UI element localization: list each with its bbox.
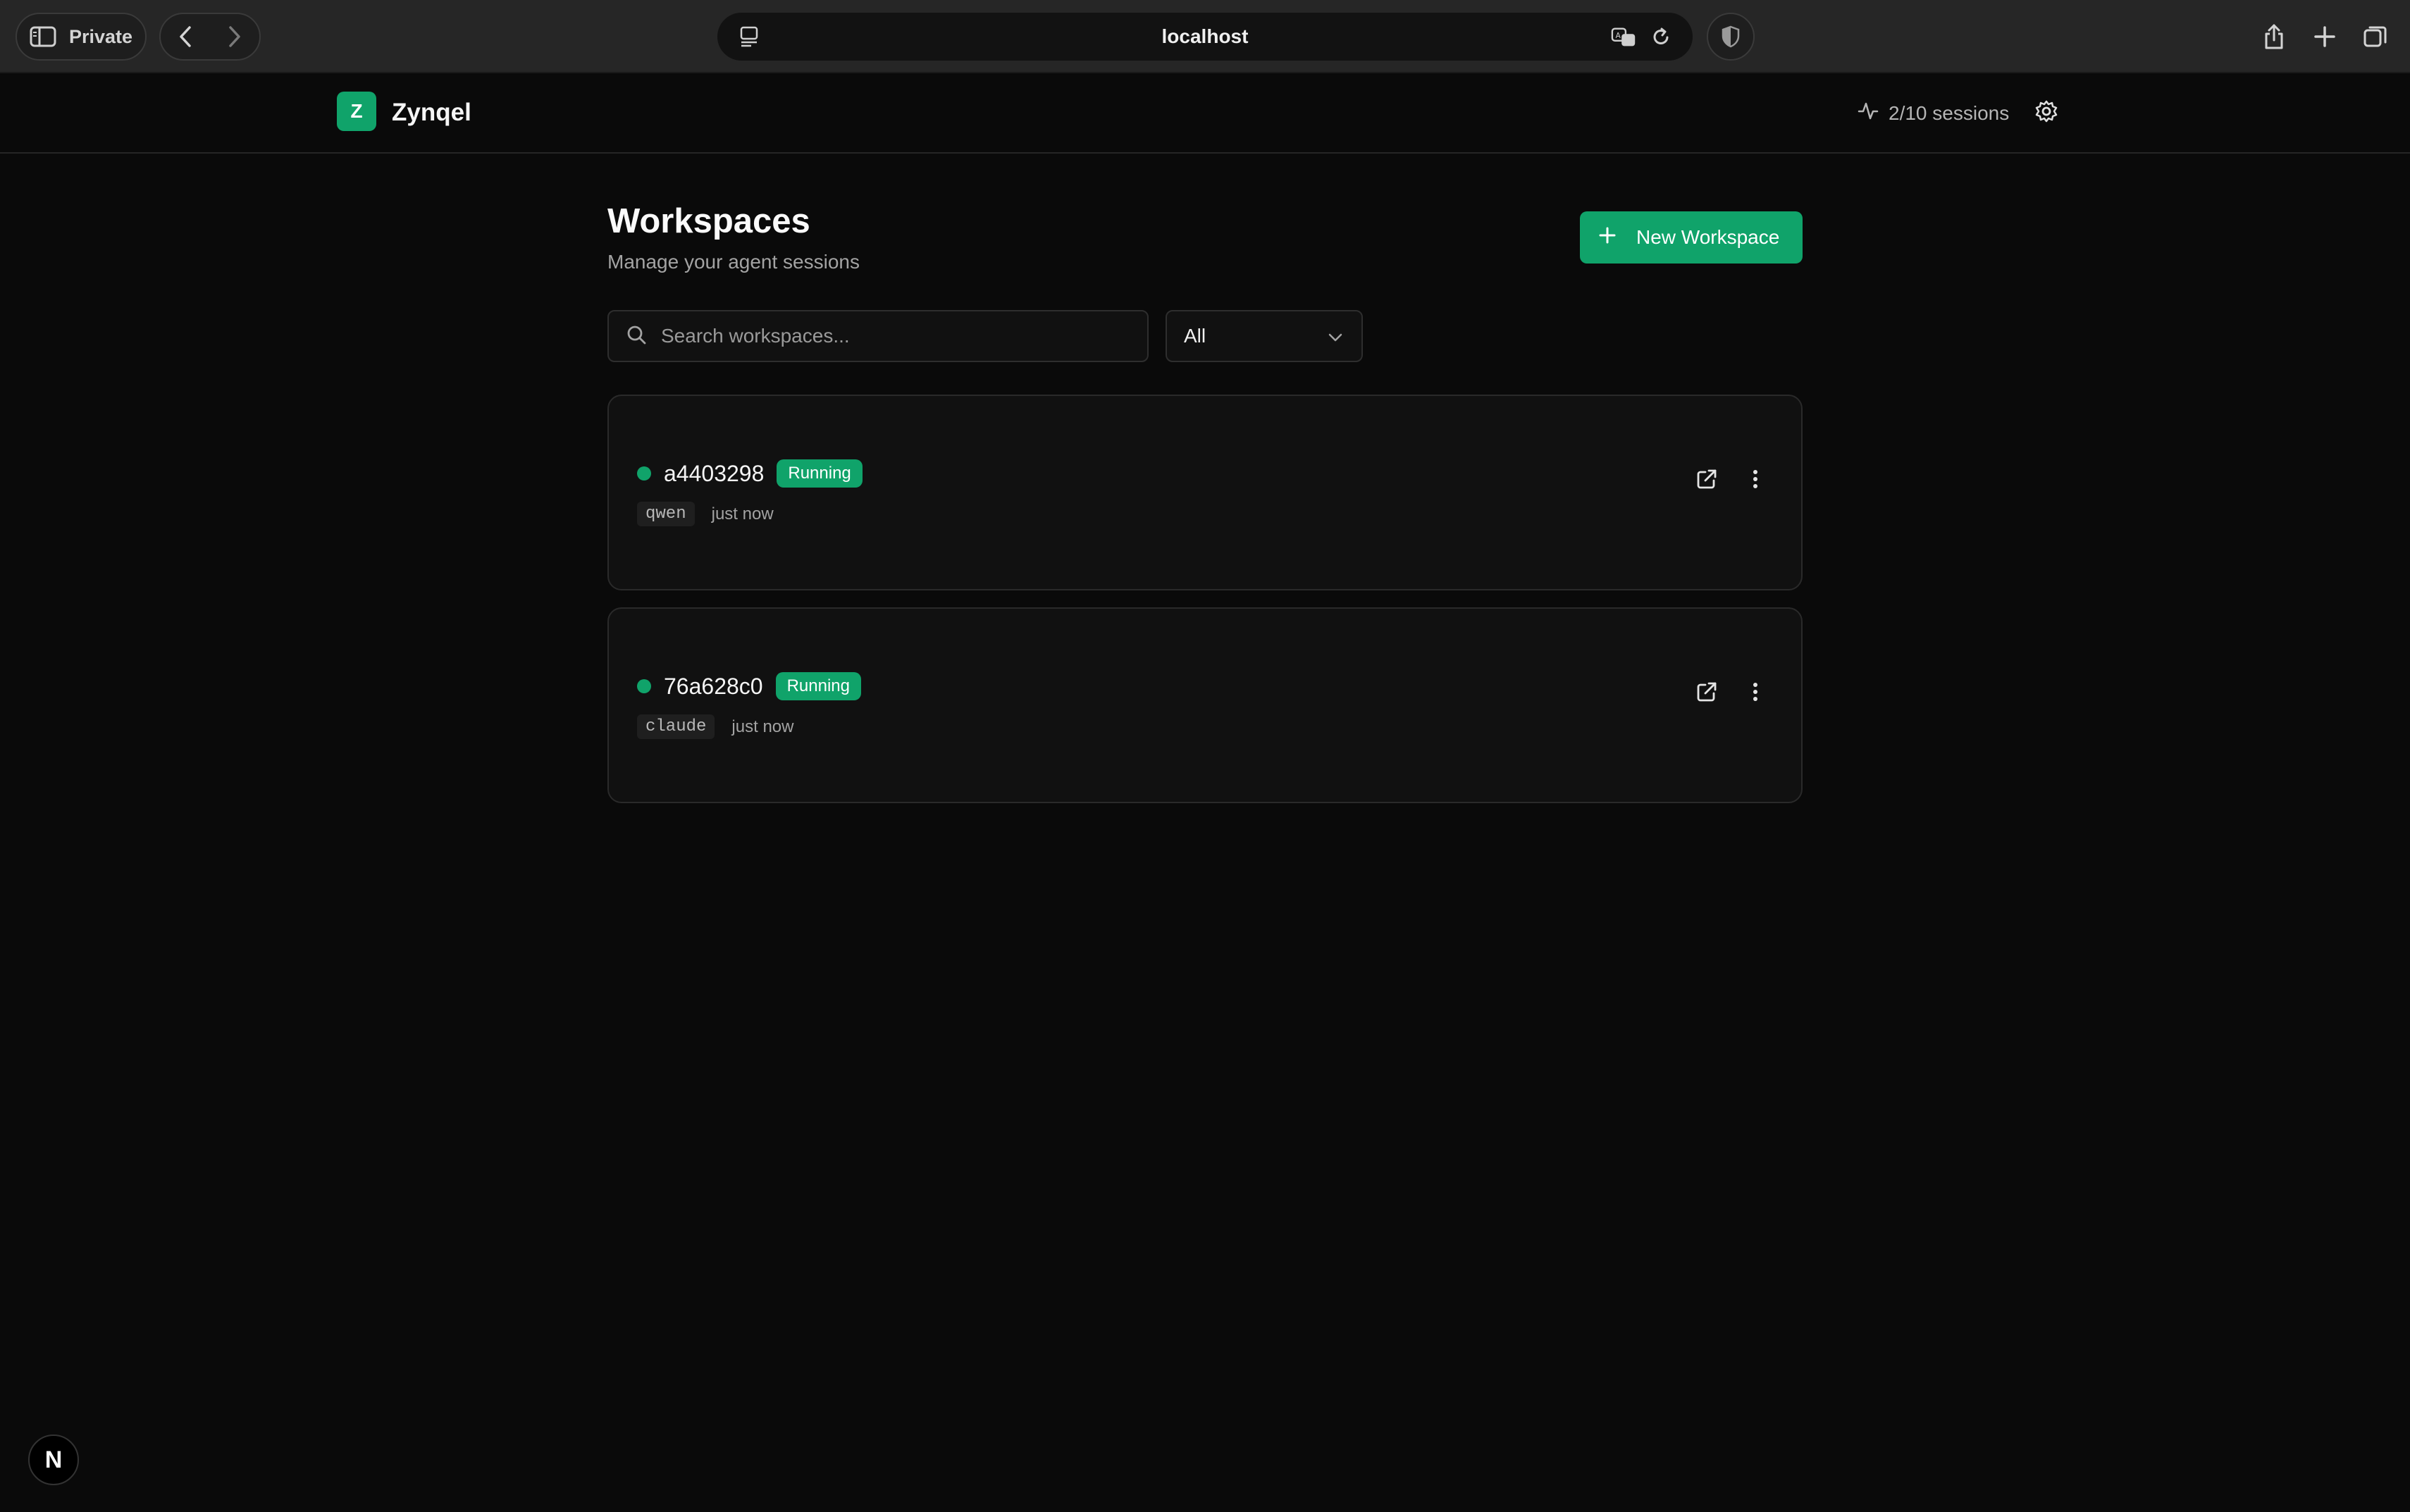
back-icon[interactable] bbox=[172, 23, 199, 50]
activity-icon bbox=[1858, 100, 1879, 126]
search-input[interactable] bbox=[661, 325, 1112, 347]
translate-icon[interactable]: A bbox=[1611, 24, 1638, 51]
workspace-id[interactable]: a4403298 bbox=[664, 461, 764, 487]
filter-value: All bbox=[1184, 325, 1206, 347]
gear-icon[interactable] bbox=[2035, 100, 2058, 126]
new-tab-icon[interactable] bbox=[2311, 23, 2338, 50]
shield-icon bbox=[1717, 23, 1744, 50]
status-dot bbox=[637, 466, 651, 481]
workspace-card[interactable]: a4403298 Running qwen just now bbox=[607, 395, 1803, 590]
chevron-down-icon bbox=[1328, 325, 1343, 347]
brand-name[interactable]: Zynqel bbox=[392, 99, 471, 127]
svg-text:A: A bbox=[1616, 32, 1621, 40]
app-header: Z Zynqel 2/10 sessions bbox=[0, 73, 2410, 154]
private-label: Private bbox=[69, 25, 133, 47]
created-time: just now bbox=[711, 504, 774, 523]
url-text: localhost bbox=[1161, 25, 1249, 47]
open-external-icon[interactable] bbox=[1695, 468, 1718, 494]
share-icon[interactable] bbox=[2261, 23, 2287, 50]
created-time: just now bbox=[731, 717, 794, 736]
new-workspace-button[interactable]: New Workspace bbox=[1580, 211, 1803, 264]
navigation-buttons bbox=[159, 13, 261, 61]
status-badge: Running bbox=[777, 459, 863, 488]
address-bar[interactable]: localhost A bbox=[717, 13, 1693, 61]
tab-overview-icon[interactable] bbox=[2362, 23, 2389, 50]
model-tag: qwen bbox=[637, 502, 695, 526]
workspace-card[interactable]: 76a628c0 Running claude just now bbox=[607, 607, 1803, 803]
more-options-icon[interactable] bbox=[1752, 681, 1759, 706]
status-filter-select[interactable]: All bbox=[1166, 310, 1363, 362]
page-subtitle: Manage your agent sessions bbox=[607, 251, 860, 273]
open-external-icon[interactable] bbox=[1695, 681, 1718, 707]
reload-icon[interactable] bbox=[1648, 24, 1674, 51]
status-badge: Running bbox=[775, 672, 861, 700]
status-dot bbox=[637, 679, 651, 693]
sessions-indicator: 2/10 sessions bbox=[1858, 100, 2009, 126]
search-icon bbox=[626, 324, 647, 349]
page-menu-icon[interactable] bbox=[739, 25, 760, 51]
page-title: Workspaces bbox=[607, 202, 810, 240]
model-tag: claude bbox=[637, 714, 715, 739]
sidebar-icon bbox=[30, 23, 56, 50]
browser-toolbar: Private localhost A bbox=[0, 0, 2410, 73]
new-workspace-label: New Workspace bbox=[1636, 226, 1780, 248]
search-box bbox=[607, 310, 1149, 362]
privacy-shield-button[interactable] bbox=[1707, 13, 1755, 61]
workspace-id[interactable]: 76a628c0 bbox=[664, 674, 763, 700]
sessions-count: 2/10 sessions bbox=[1889, 101, 2010, 124]
plus-icon bbox=[1598, 226, 1617, 249]
private-tab-button[interactable]: Private bbox=[16, 13, 147, 61]
forward-icon[interactable] bbox=[221, 23, 248, 50]
app-logo[interactable]: Z bbox=[337, 92, 376, 131]
more-options-icon[interactable] bbox=[1752, 469, 1759, 493]
devtools-indicator-button[interactable]: N bbox=[28, 1434, 79, 1485]
